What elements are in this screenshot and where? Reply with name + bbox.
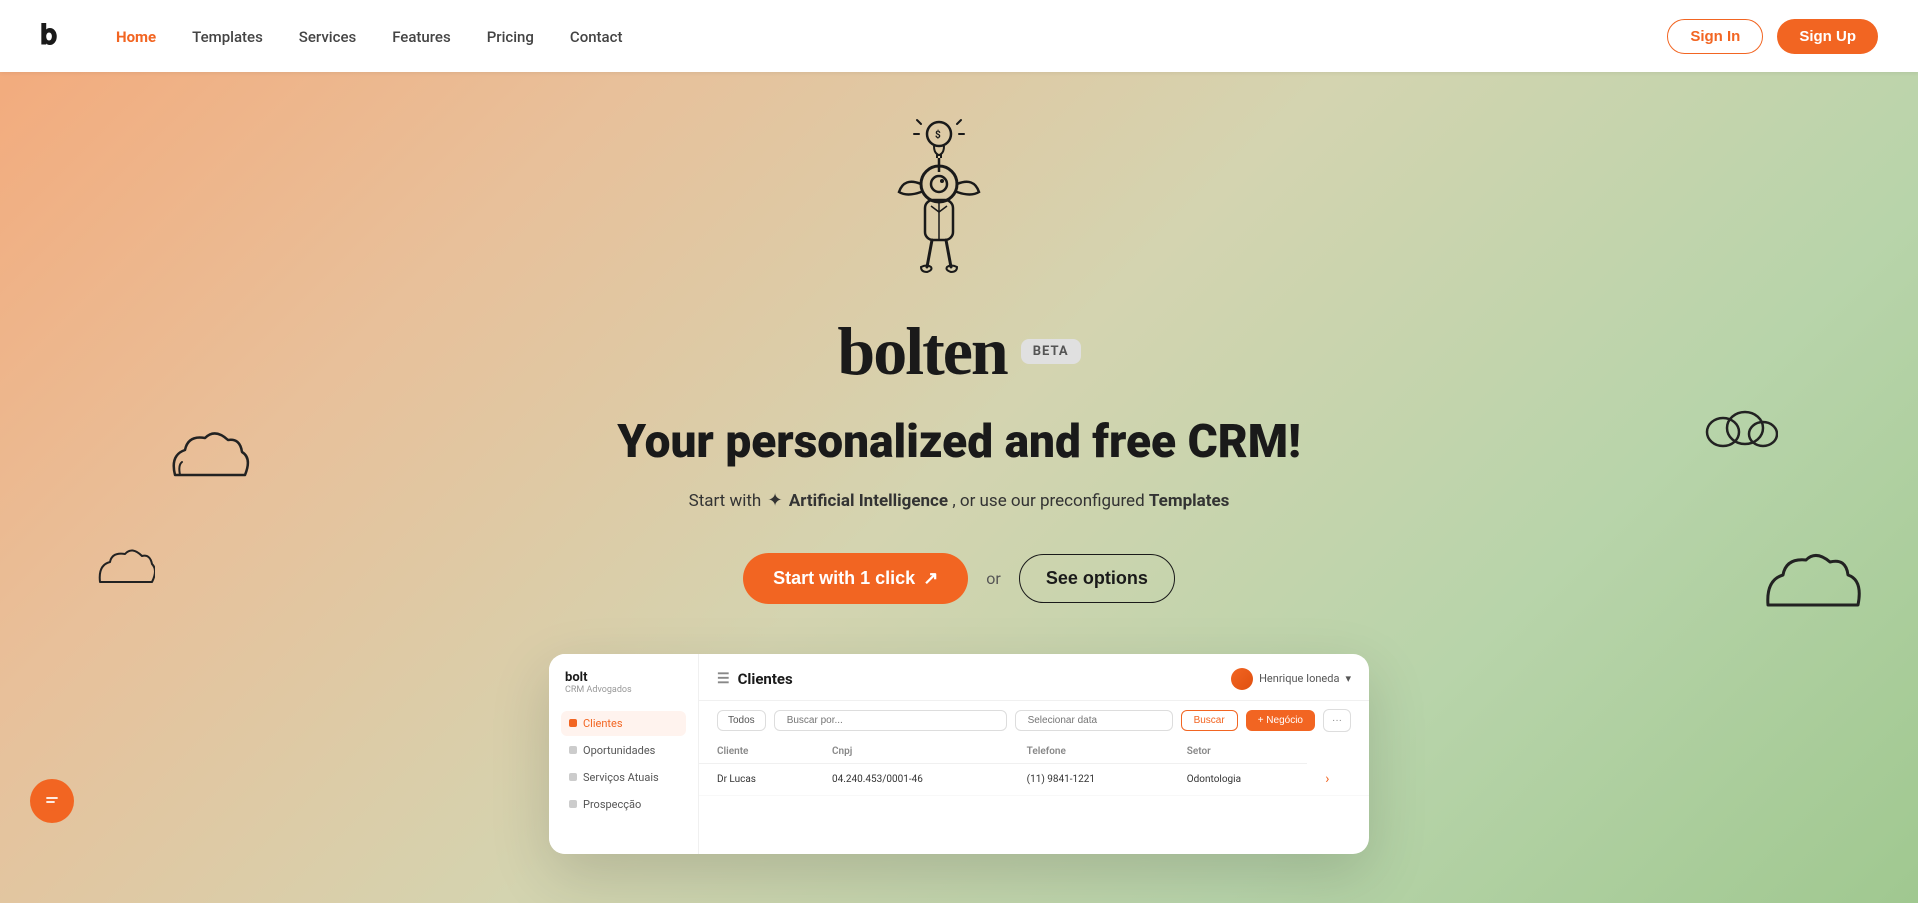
subtext-middle: , or use our preconfigured	[952, 491, 1144, 511]
dashboard-preview: bolt CRM Advogados Clientes Oportunidade…	[549, 654, 1369, 854]
nav-features[interactable]: Features	[392, 28, 450, 46]
cell-telefone: (11) 9841-1221	[1009, 763, 1169, 796]
dash-table: Cliente Cnpj Telefone Setor Dr Lucas 04.…	[699, 740, 1369, 797]
nav-contact[interactable]: Contact	[570, 28, 623, 46]
svg-text:$: $	[935, 128, 941, 141]
cta-or-text: or	[986, 569, 1001, 588]
cloud-decoration-left-bottom	[90, 540, 155, 608]
dash-logo: bolt CRM Advogados	[561, 670, 686, 695]
start-button-label: Start with 1 click	[773, 568, 915, 589]
hero-section: $	[0, 0, 1918, 903]
cell-setor: Odontologia	[1169, 763, 1307, 796]
dash-add-btn[interactable]: + Negócio	[1246, 710, 1315, 731]
hero-cta: Start with 1 click ↗ or See options	[743, 553, 1175, 604]
ai-icon: ✦	[768, 487, 783, 514]
dash-nav-oportunidades[interactable]: Oportunidades	[561, 738, 686, 763]
filter-all-btn[interactable]: Todos	[717, 710, 766, 731]
dash-nav-clientes[interactable]: Clientes	[561, 711, 686, 736]
dash-more-btn[interactable]: ···	[1323, 709, 1351, 732]
dash-header: ☰ Clientes Henrique Ioneda ▾	[699, 654, 1369, 701]
dash-user-chevron: ▾	[1345, 672, 1351, 685]
col-cliente: Cliente	[699, 740, 814, 764]
arrow-icon: ↗	[923, 568, 938, 589]
subtext-prefix: Start with	[689, 491, 762, 511]
nav-templates[interactable]: Templates	[192, 28, 263, 46]
navbar-logo[interactable]: 𝐛	[40, 18, 76, 54]
hero-headline: Your personalized and free CRM!	[617, 415, 1301, 469]
dash-username: Henrique Ioneda	[1259, 672, 1339, 685]
cloud-decoration-left-top	[160, 420, 250, 508]
signin-button[interactable]: Sign In	[1667, 19, 1763, 54]
dash-search-input[interactable]	[774, 710, 1007, 731]
col-setor: Setor	[1169, 740, 1307, 764]
navbar-actions: Sign In Sign Up	[1667, 19, 1878, 54]
dash-title: ☰ Clientes	[717, 670, 793, 688]
nav-links: Home Templates Services Features Pricing…	[116, 27, 1667, 46]
cell-cnpj: 04.240.453/0001-46	[814, 763, 1009, 796]
cell-cliente: Dr Lucas	[699, 763, 814, 796]
dash-nav-servicos[interactable]: Serviços Atuais	[561, 765, 686, 790]
cell-arrow: ›	[1307, 763, 1369, 796]
col-telefone: Telefone	[1009, 740, 1169, 764]
navbar: 𝐛 Home Templates Services Features Prici…	[0, 0, 1918, 72]
signup-button[interactable]: Sign Up	[1777, 19, 1878, 54]
beta-badge: BETA	[1021, 339, 1081, 364]
cloud-decoration-right-top	[1703, 400, 1778, 475]
start-button[interactable]: Start with 1 click ↗	[743, 553, 968, 604]
nav-services[interactable]: Services	[299, 28, 356, 46]
logo-icon: 𝐛	[40, 18, 76, 54]
cloud-decoration-right-bottom	[1758, 540, 1868, 640]
templates-label: Templates	[1149, 491, 1230, 511]
see-options-button[interactable]: See options	[1019, 554, 1175, 603]
chat-bubble[interactable]	[30, 779, 74, 823]
dash-avatar	[1231, 668, 1253, 690]
dashboard-inner: bolt CRM Advogados Clientes Oportunidade…	[549, 654, 1369, 854]
nav-home[interactable]: Home	[116, 28, 156, 46]
table-row[interactable]: Dr Lucas 04.240.453/0001-46 (11) 9841-12…	[699, 763, 1369, 796]
dash-search-btn[interactable]: Buscar	[1181, 710, 1238, 731]
ai-label: Artificial Intelligence	[789, 491, 948, 511]
hero-mascot: $	[849, 112, 1069, 332]
dash-menu-icon: ☰	[717, 671, 730, 687]
hero-subtext: Start with ✦ Artificial Intelligence , o…	[689, 487, 1230, 515]
dash-filters: Todos Buscar + Negócio ···	[699, 701, 1369, 740]
dash-nav-prospeccao[interactable]: Prospecção	[561, 792, 686, 817]
dash-date-input[interactable]	[1015, 710, 1173, 731]
nav-pricing[interactable]: Pricing	[487, 28, 534, 46]
hero-content: $	[549, 72, 1369, 854]
dash-title-text: Clientes	[738, 670, 793, 688]
dash-main: ☰ Clientes Henrique Ioneda ▾ Todos	[699, 654, 1369, 854]
dash-sidebar: bolt CRM Advogados Clientes Oportunidade…	[549, 654, 699, 854]
dash-user: Henrique Ioneda ▾	[1231, 668, 1351, 690]
col-cnpj: Cnpj	[814, 740, 1009, 764]
